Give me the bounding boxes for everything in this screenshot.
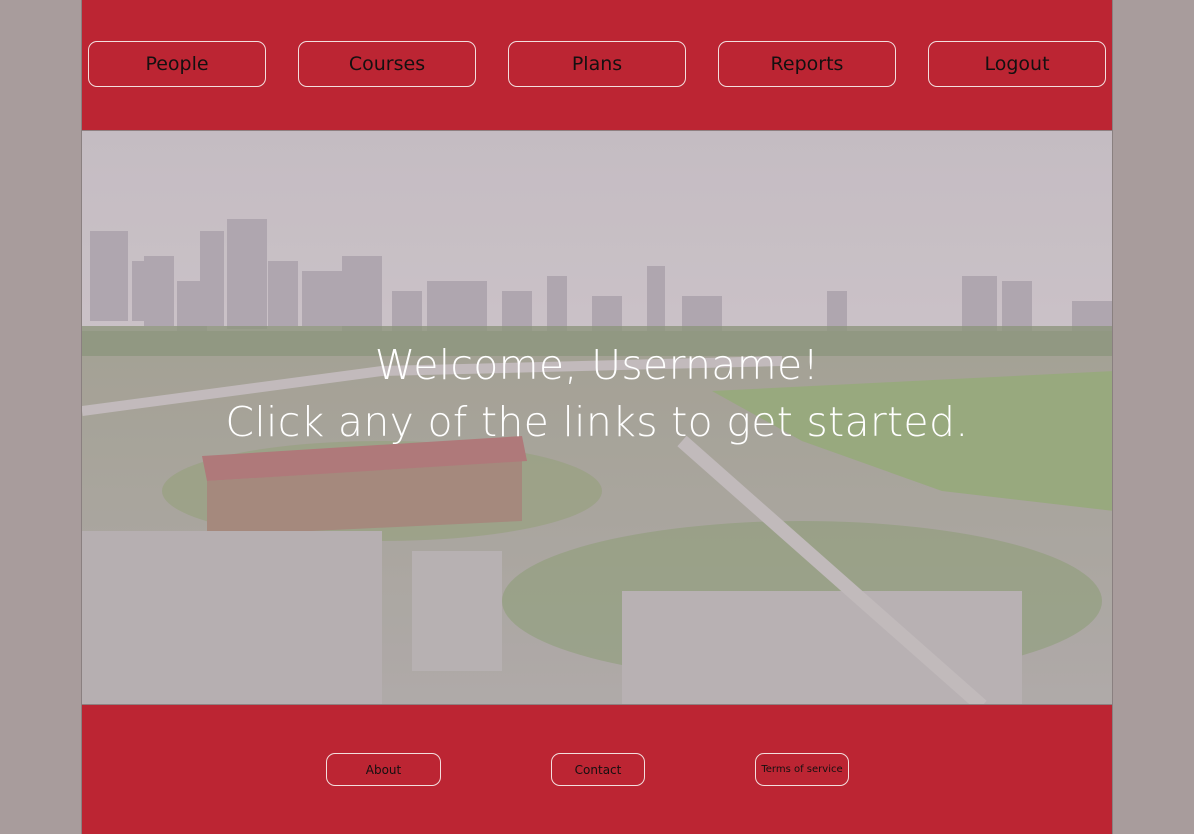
plans-button[interactable]: Plans (508, 41, 686, 87)
contact-link[interactable]: Contact (551, 753, 645, 786)
instruction-line: Click any of the links to get started. (225, 398, 969, 446)
page-frame: People Courses Plans Reports Logout Welc… (81, 0, 1113, 834)
about-link[interactable]: About (326, 753, 441, 786)
terms-of-service-link[interactable]: Terms of service (755, 753, 849, 786)
courses-button[interactable]: Courses (298, 41, 476, 87)
reports-button[interactable]: Reports (718, 41, 896, 87)
footer: About Contact Terms of service (82, 705, 1112, 834)
people-button[interactable]: People (88, 41, 266, 87)
top-navigation: People Courses Plans Reports Logout (82, 0, 1112, 130)
welcome-line: Welcome, Username! (374, 341, 820, 389)
logout-button[interactable]: Logout (928, 41, 1106, 87)
hero-banner: Welcome, Username! Click any of the link… (82, 130, 1112, 705)
welcome-message: Welcome, Username! Click any of the link… (82, 337, 1112, 451)
